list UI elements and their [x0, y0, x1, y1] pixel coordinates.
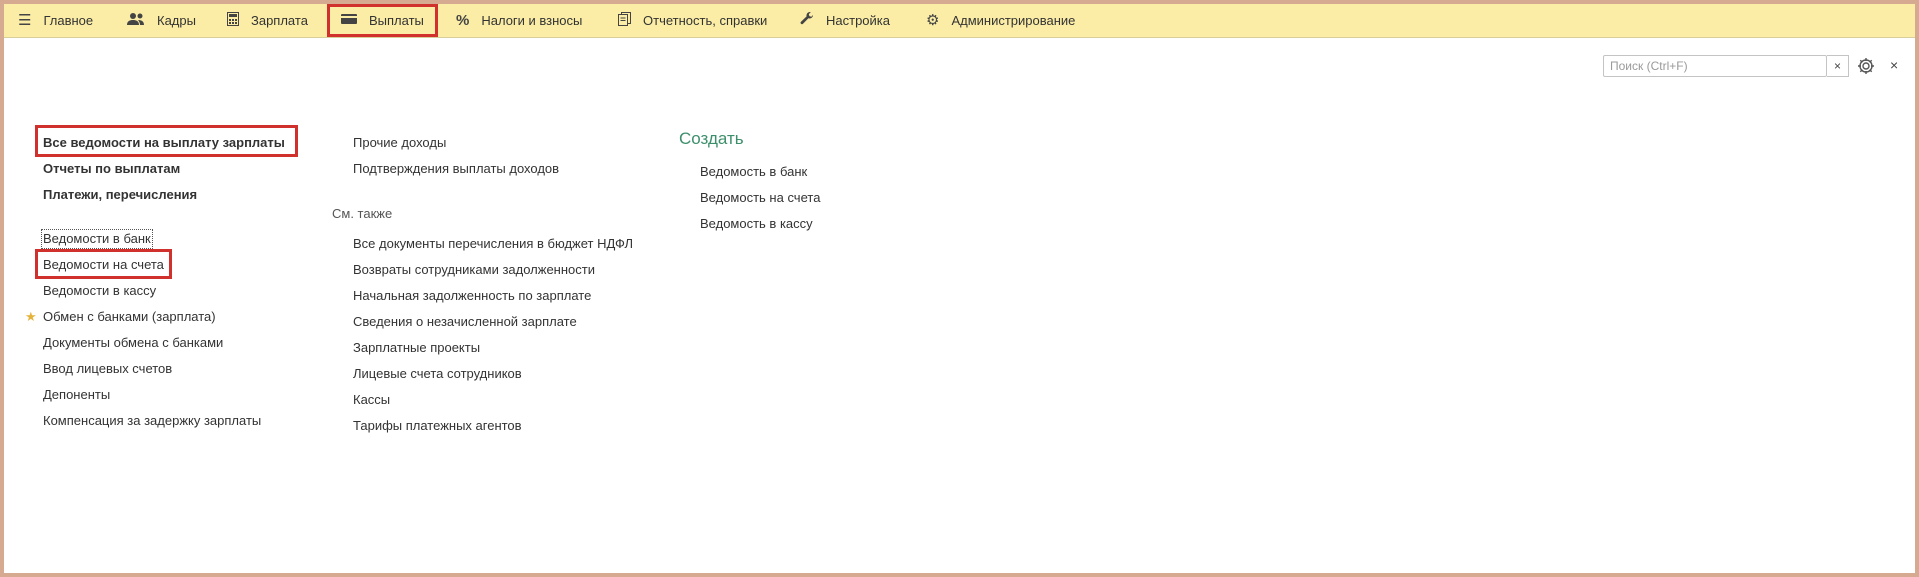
create-account-statement-link[interactable]: Ведомость на счета	[700, 190, 820, 206]
gear-icon: ⚙	[926, 12, 940, 29]
payments-transfers-link[interactable]: Платежи, перечисления	[43, 187, 197, 203]
nav-main[interactable]: ☰ Главное	[18, 4, 93, 37]
initial-salary-debt-link[interactable]: Начальная задолженность по зарплате	[353, 288, 591, 304]
create-cash-statement-link[interactable]: Ведомость в кассу	[700, 216, 813, 232]
ndfl-transfer-docs-link[interactable]: Все документы перечисления в бюджет НДФЛ	[353, 236, 633, 252]
settings-gear-icon[interactable]	[1856, 56, 1876, 76]
section-panel: ☰ Главное Кадры Зарплата Выплаты % Налог…	[4, 4, 1915, 38]
nav-reports[interactable]: Отчетность, справки	[618, 4, 767, 37]
bank-statements-link[interactable]: Ведомости в банк	[41, 229, 153, 249]
search-clear-button[interactable]: ×	[1827, 55, 1849, 77]
main-window: ☰ Главное Кадры Зарплата Выплаты % Налог…	[4, 4, 1915, 573]
unenrolled-salary-info-link[interactable]: Сведения о незачисленной зарплате	[353, 314, 577, 330]
favorite-star-icon[interactable]: ★	[25, 310, 37, 323]
employee-debt-returns-link[interactable]: Возвраты сотрудниками задолженности	[353, 262, 595, 278]
highlight-box	[35, 125, 298, 157]
create-bank-statement-link[interactable]: Ведомость в банк	[700, 164, 807, 180]
close-button[interactable]: ×	[1890, 57, 1898, 73]
nav-taxes[interactable]: % Налоги и взносы	[456, 4, 582, 37]
income-payment-confirmations-link[interactable]: Подтверждения выплаты доходов	[353, 161, 559, 177]
cash-desks-link[interactable]: Кассы	[353, 392, 390, 408]
nav-staff[interactable]: Кадры	[127, 4, 196, 37]
calculator-icon	[227, 12, 239, 29]
salary-projects-link[interactable]: Зарплатные проекты	[353, 340, 480, 356]
nav-payments[interactable]: Выплаты	[327, 4, 438, 37]
highlight-box	[35, 249, 172, 279]
payment-reports-link[interactable]: Отчеты по выплатам	[43, 161, 180, 177]
salary-delay-compensation-link[interactable]: Компенсация за задержку зарплаты	[43, 413, 261, 429]
nav-admin[interactable]: ⚙ Администрирование	[926, 4, 1075, 37]
cash-statements-link[interactable]: Ведомости в кассу	[43, 283, 156, 299]
bank-exchange-docs-link[interactable]: Документы обмена с банками	[43, 335, 223, 351]
nav-settings[interactable]: Настройка	[800, 4, 890, 37]
deponents-link[interactable]: Депоненты	[43, 387, 110, 403]
percent-icon: %	[456, 12, 470, 29]
bank-exchange-link[interactable]: Обмен с банками (зарплата)	[43, 309, 216, 325]
employee-accounts-link[interactable]: Лицевые счета сотрудников	[353, 366, 522, 382]
see-also-label: См. также	[332, 206, 393, 221]
hamburger-icon: ☰	[18, 12, 32, 29]
wrench-icon	[800, 12, 814, 29]
create-section-title: Создать	[679, 129, 744, 148]
nav-salary[interactable]: Зарплата	[227, 4, 308, 37]
search-input[interactable]	[1603, 55, 1827, 77]
documents-icon	[618, 12, 631, 29]
people-icon	[127, 12, 145, 29]
payment-agent-tariffs-link[interactable]: Тарифы платежных агентов	[353, 418, 522, 434]
personal-accounts-input-link[interactable]: Ввод лицевых счетов	[43, 361, 172, 377]
other-income-link[interactable]: Прочие доходы	[353, 135, 446, 151]
wallet-icon	[341, 13, 357, 28]
